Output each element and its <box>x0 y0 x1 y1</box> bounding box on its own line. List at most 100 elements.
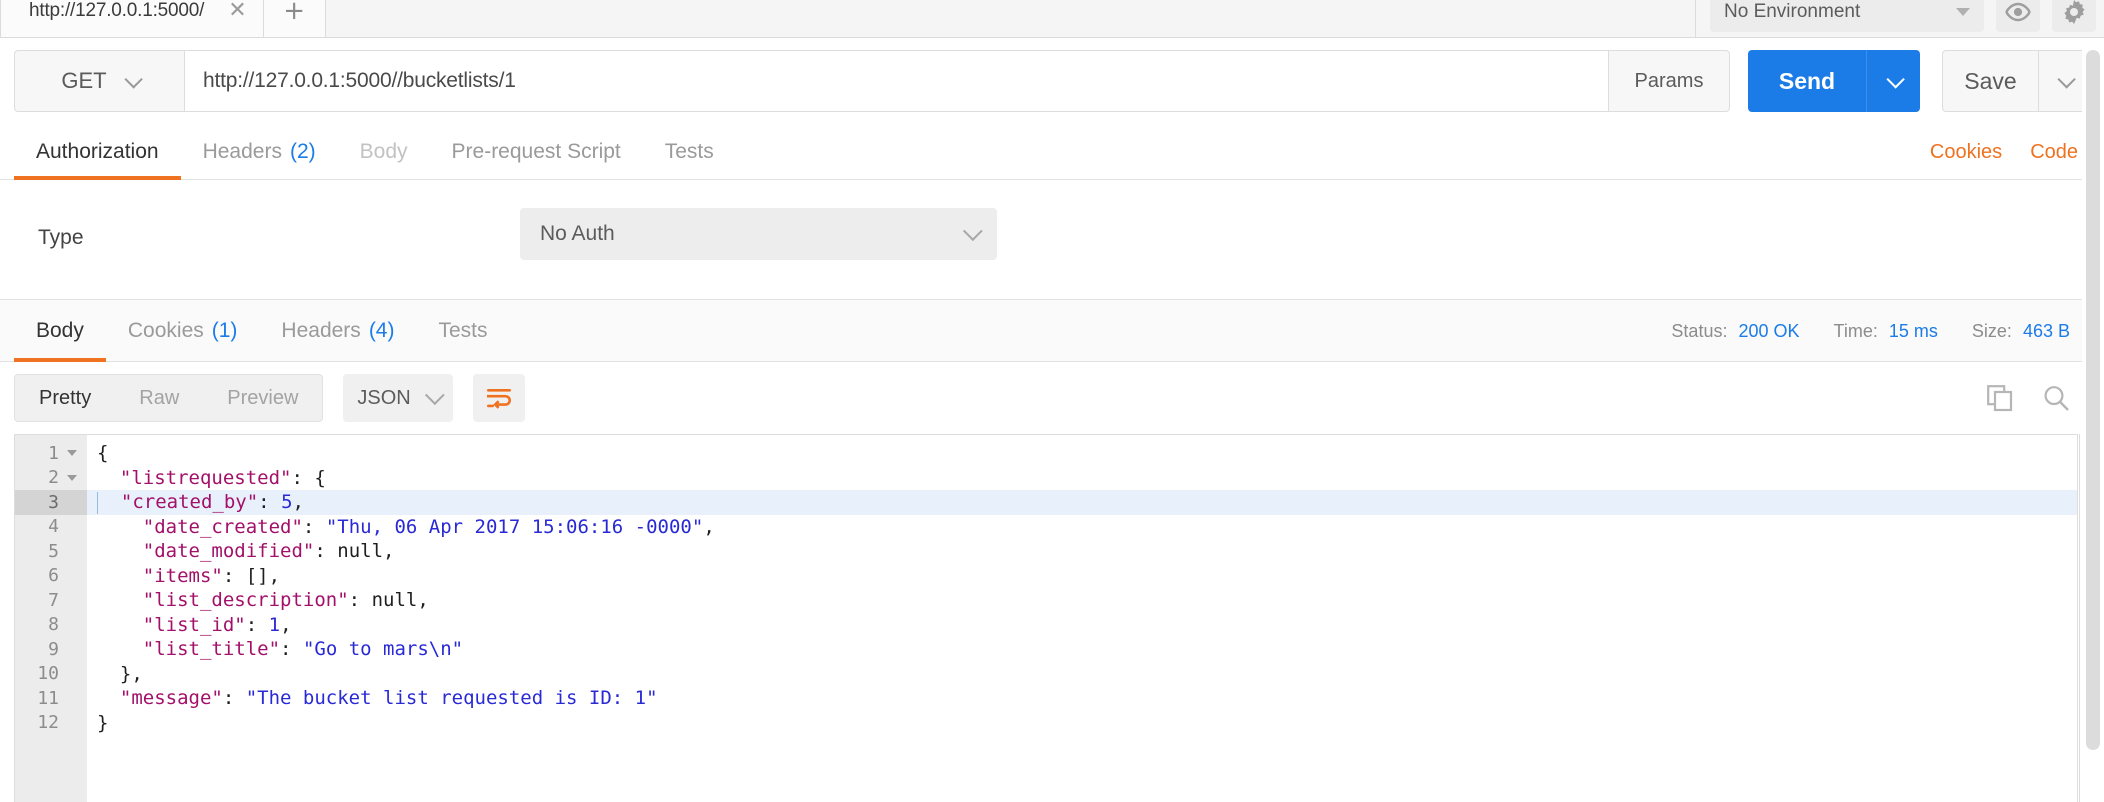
json-token-s: "Go to mars\n" <box>302 638 464 660</box>
request-tab-label: http://127.0.0.1:5000/ <box>29 0 205 21</box>
tab-headers[interactable]: Headers (2) <box>181 124 338 180</box>
editor-line-number-value: 4 <box>48 516 59 538</box>
json-token-k: "list_description" <box>142 589 349 611</box>
environment-select[interactable]: No Environment <box>1710 0 1984 32</box>
json-token-p: , <box>703 515 715 538</box>
main-vertical-scrollbar[interactable] <box>2082 38 2104 802</box>
send-options-button[interactable] <box>1866 50 1920 112</box>
json-token-n: 5 <box>281 491 293 513</box>
cookies-link[interactable]: Cookies <box>1930 141 2002 164</box>
code-link[interactable]: Code <box>2030 141 2078 164</box>
response-section-tabs: Body Cookies (1) Headers (4) Tests Statu… <box>0 300 2104 362</box>
save-button[interactable]: Save <box>1942 50 2038 112</box>
response-format-select[interactable]: JSON <box>343 374 453 422</box>
response-tab-headers[interactable]: Headers (4) <box>259 300 416 362</box>
editor-code-line: "date_created": "Thu, 06 Apr 2017 15:06:… <box>87 515 2077 540</box>
chevron-down-icon <box>124 69 143 89</box>
response-view-mode-group: Pretty Raw Preview <box>14 374 324 422</box>
editor-line-number-value: 7 <box>48 589 59 611</box>
editor-right-border <box>2079 434 2080 802</box>
json-token-k: "message" <box>119 687 223 709</box>
editor-line-number: 5 <box>15 539 87 564</box>
editor-code-line: "message": "The bucket list requested is… <box>87 686 2077 711</box>
json-token-p: : [], <box>222 564 281 587</box>
json-token-p <box>98 491 121 513</box>
tab-headers-label: Headers <box>202 139 282 163</box>
response-meta: Status: 200 OK Time: 15 ms Size: 463 B <box>1671 300 2070 362</box>
editor-code-line: "list_id": 1, <box>87 613 2077 638</box>
tab-body[interactable]: Body <box>338 124 430 180</box>
http-method-select[interactable]: GET <box>14 50 184 112</box>
view-mode-raw-label: Raw <box>139 386 180 409</box>
response-tab-cookies[interactable]: Cookies (1) <box>106 300 260 362</box>
chevron-down-icon <box>1886 69 1905 89</box>
json-token-p <box>97 687 120 709</box>
response-body-editor[interactable]: 1 2 3 4 5 6 7 8 9 10 11 12 { "listrequested": { "cr… <box>14 434 2078 802</box>
editor-line-number-value: 3 <box>48 491 59 513</box>
response-tab-tests[interactable]: Tests <box>416 300 509 362</box>
chevron-down-icon <box>424 385 445 406</box>
auth-type-select[interactable]: No Auth <box>520 208 997 260</box>
tab-pre-request-script-label: Pre-request Script <box>451 139 621 163</box>
editor-line-number: 6 <box>15 564 87 589</box>
copy-icon[interactable] <box>1986 384 2014 412</box>
postman-app-window: http://127.0.0.1:5000/ ✕ + No Environmen… <box>0 0 2104 802</box>
request-url-input[interactable]: http://127.0.0.1:5000//bucketlists/1 <box>184 50 1608 112</box>
request-tab-item[interactable]: http://127.0.0.1:5000/ ✕ <box>0 0 264 37</box>
json-token-p <box>97 540 143 562</box>
view-mode-raw[interactable]: Raw <box>115 375 203 421</box>
json-token-p: , <box>292 491 304 513</box>
fold-caret-icon[interactable] <box>67 474 77 481</box>
send-button[interactable]: Send <box>1748 50 1866 112</box>
tab-authorization[interactable]: Authorization <box>14 124 181 180</box>
tab-pre-request-script[interactable]: Pre-request Script <box>430 124 643 180</box>
json-token-nl: null <box>371 589 418 611</box>
tab-authorization-label: Authorization <box>36 139 159 163</box>
response-tab-body[interactable]: Body <box>14 300 106 362</box>
editor-line-number: 8 <box>15 613 87 638</box>
json-token-k: "created_by" <box>120 491 259 513</box>
json-token-k: "list_title" <box>142 638 281 660</box>
json-token-p: : <box>245 613 269 636</box>
json-token-p <box>97 516 143 538</box>
close-icon[interactable]: ✕ <box>228 0 246 22</box>
request-tab-strip: http://127.0.0.1:5000/ ✕ + No Environmen… <box>0 0 2104 38</box>
response-body-toolbar: Pretty Raw Preview JSON <box>0 362 2104 434</box>
plus-icon[interactable]: + <box>263 0 326 37</box>
editor-line-number-value: 11 <box>37 687 59 709</box>
tab-tests[interactable]: Tests <box>643 124 736 180</box>
editor-code-line: "items": [], <box>87 564 2077 589</box>
editor-line-number-value: 5 <box>48 540 59 562</box>
json-token-p <box>97 638 143 660</box>
time-value: 15 ms <box>1888 320 1938 341</box>
environment-select-value: No Environment <box>1724 1 1861 22</box>
fold-caret-icon[interactable] <box>67 450 77 457</box>
status-badge: Status: 200 OK <box>1671 321 1799 342</box>
view-mode-pretty[interactable]: Pretty <box>15 375 115 421</box>
authorization-pane: Type No Auth <box>0 180 2104 300</box>
response-tab-headers-label: Headers <box>281 318 361 342</box>
search-icon[interactable] <box>2042 384 2070 412</box>
json-token-p: : <box>258 491 282 513</box>
editor-line-number-gutter: 1 2 3 4 5 6 7 8 9 10 11 12 <box>15 435 87 802</box>
params-button[interactable]: Params <box>1608 50 1730 112</box>
editor-code-line: "list_title": "Go to mars\n" <box>87 637 2077 662</box>
workspace-controls: No Environment <box>1695 0 2104 38</box>
tab-headers-count: (2) <box>289 139 316 163</box>
json-token-k: "items" <box>142 564 223 587</box>
time-label: Time: <box>1833 320 1878 341</box>
eye-icon[interactable] <box>1996 0 2040 32</box>
editor-line-number: 10 <box>15 662 87 687</box>
json-token-p: , <box>383 540 395 562</box>
params-button-label: Params <box>1634 69 1704 92</box>
main-vertical-scrollbar-thumb[interactable] <box>2086 50 2100 750</box>
editor-line-number-value: 8 <box>48 614 59 636</box>
request-section-tabs: Authorization Headers (2) Body Pre-reque… <box>0 124 2104 180</box>
word-wrap-icon[interactable] <box>472 374 525 422</box>
editor-code-area[interactable]: { "listrequested": { "created_by": 5, "d… <box>87 435 2077 802</box>
save-button-label: Save <box>1964 67 2017 94</box>
view-mode-preview[interactable]: Preview <box>203 375 322 421</box>
gear-icon[interactable] <box>2052 0 2096 32</box>
editor-line-number: 4 <box>15 515 87 540</box>
json-token-k: "date_modified" <box>142 540 315 562</box>
